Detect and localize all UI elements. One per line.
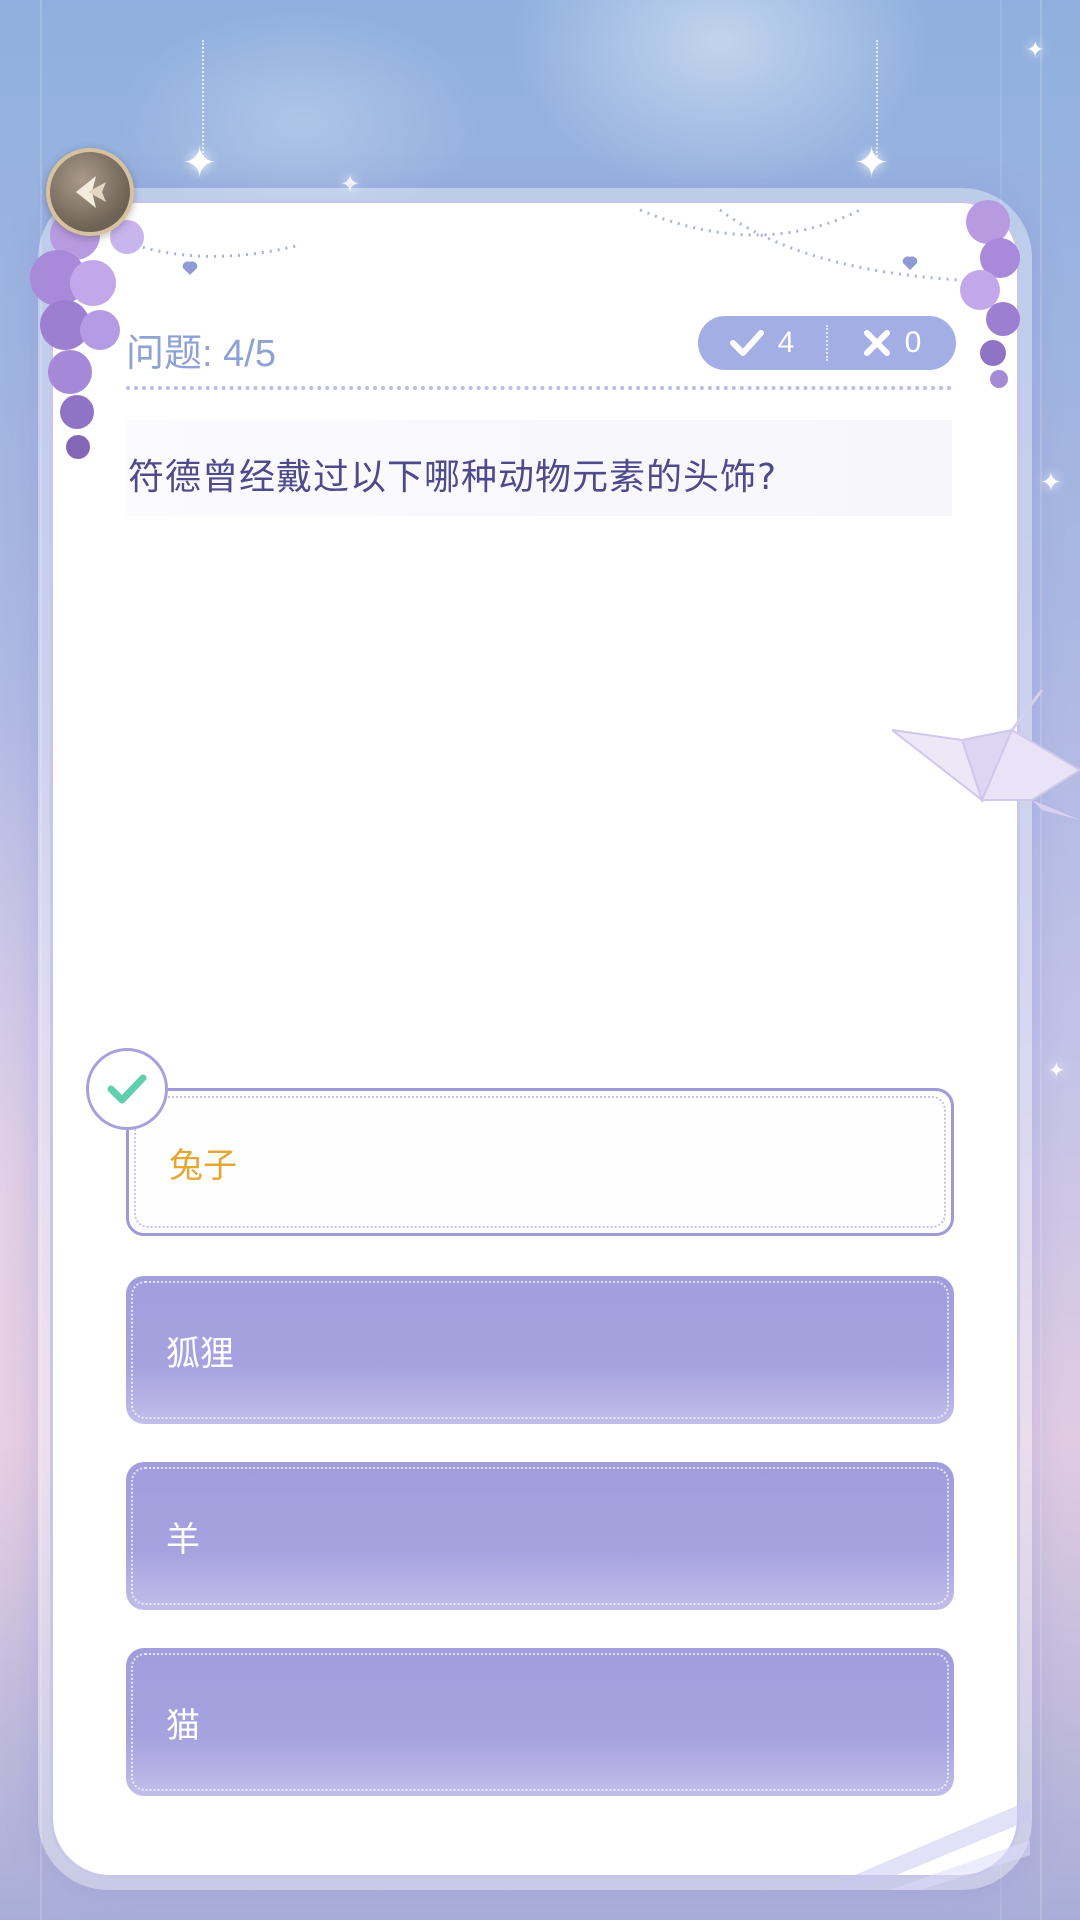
sparkle-icon: ✦ (182, 138, 218, 187)
option-1-label: 兔子 (169, 1145, 237, 1186)
option-3[interactable]: 羊 (126, 1462, 954, 1610)
wrong-count: 0 (828, 326, 956, 360)
option-border (131, 1467, 949, 1605)
check-badge-icon (86, 1048, 168, 1130)
option-4-label: 猫 (166, 1705, 200, 1746)
question-text: 符德曾经戴过以下哪种动物元素的头饰? (128, 457, 778, 498)
option-1[interactable]: 兔子 (126, 1088, 954, 1236)
cross-icon (863, 330, 890, 356)
correct-count-value: 4 (777, 326, 795, 359)
option-2[interactable]: 狐狸 (126, 1276, 954, 1424)
option-2-label: 狐狸 (166, 1333, 234, 1374)
question-progress: 4/5 (223, 333, 276, 375)
option-4[interactable]: 猫 (126, 1648, 954, 1796)
question-label: 问题 (126, 333, 203, 375)
correct-count: 4 (698, 326, 826, 360)
option-3-label: 羊 (166, 1519, 200, 1560)
wisteria-right-decoration (950, 190, 1040, 410)
sparkle-icon: ✦ (1040, 468, 1062, 498)
check-icon (107, 1074, 147, 1104)
sparkle-icon: ✦ (1048, 1058, 1065, 1082)
check-icon (729, 330, 764, 356)
back-button[interactable] (46, 148, 134, 236)
bead-garland (120, 208, 960, 282)
back-arrow-icon (76, 176, 106, 208)
score-pill: 4 0 (698, 316, 956, 370)
option-border (134, 1096, 946, 1228)
option-border (131, 1281, 949, 1419)
header-divider (126, 386, 952, 390)
curtain-line (1040, 0, 1042, 1920)
option-border (131, 1653, 949, 1791)
sparkle-icon: ✦ (854, 138, 890, 187)
question-counter: 问题: 4/5 (126, 333, 276, 375)
paper-crane-icon (892, 690, 1080, 820)
corner-glint-decoration (820, 1800, 1030, 1890)
sparkle-icon: ✦ (1026, 38, 1045, 63)
wrong-count-value: 0 (904, 326, 922, 359)
